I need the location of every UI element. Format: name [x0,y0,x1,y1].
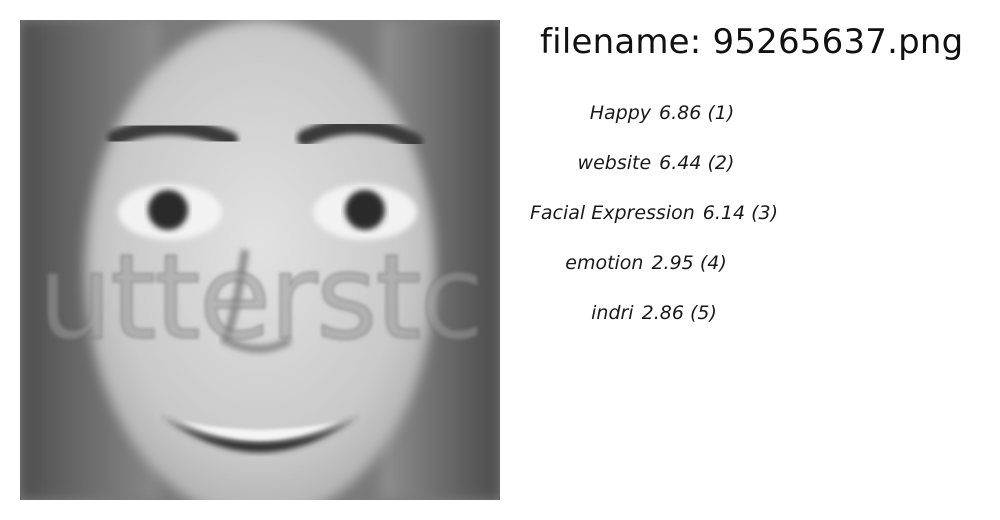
prediction-rank: (1) [707,102,735,124]
filename-value: 95265637.png [712,22,964,62]
prediction-row: emotion 2.95 (4) [565,252,727,274]
prediction-score: 2.86 [641,302,684,324]
prediction-row: website 6.44 (2) [578,152,735,174]
prediction-label: indri [591,302,634,324]
right-eye [345,190,385,230]
prediction-row: indri 2.86 (5) [591,302,717,324]
filename-prefix: filename: [540,22,702,62]
prediction-rank: (4) [699,252,727,274]
prediction-label: emotion [565,252,644,274]
filename-heading: filename: 95265637.png [540,22,963,62]
face-photo-drawing: utterstc [20,20,500,500]
prediction-row: Happy 6.86 (1) [590,102,735,124]
left-eye [148,190,188,230]
prediction-score: 2.95 [651,252,694,274]
page: utterstc filename: 95265637.png Happy 6.8… [0,0,1000,520]
prediction-row: Facial Expression 6.14 (3) [530,202,778,224]
prediction-rank: (2) [707,152,735,174]
prediction-rank: (5) [689,302,717,324]
face-photo: utterstc [20,20,500,500]
prediction-score: 6.86 [659,102,702,124]
prediction-score: 6.14 [702,202,746,224]
prediction-label: website [577,152,652,174]
watermark-text: utterstc [37,228,482,366]
prediction-label: Happy [589,102,652,124]
prediction-score: 6.44 [659,152,702,174]
prediction-label: Facial Expression [529,202,695,224]
prediction-rank: (3) [751,202,779,224]
